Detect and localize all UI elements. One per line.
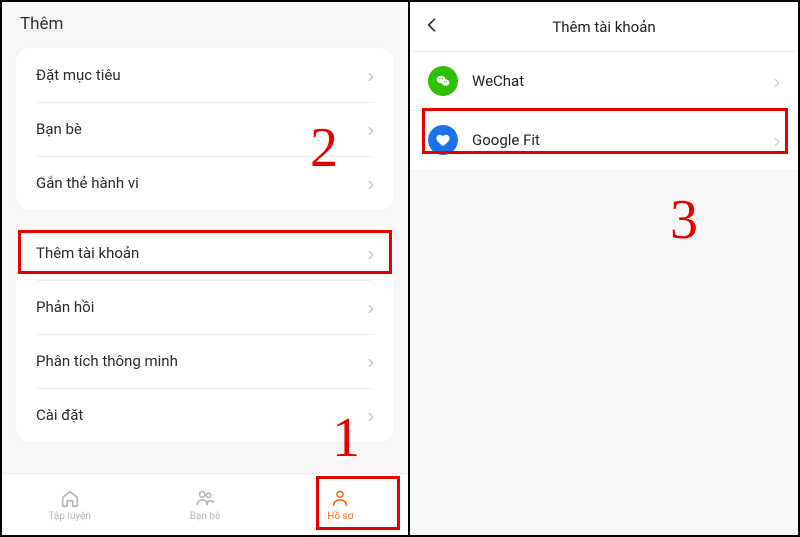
wechat-icon [428, 66, 458, 96]
row-settings[interactable]: Cài đặt [16, 388, 394, 442]
row-label: Phản hồi [36, 298, 94, 316]
row-label: Phân tích thông minh [36, 352, 178, 370]
chevron-right-icon [770, 76, 780, 86]
settings-group-2: Thêm tài khoản Phản hồi Phân tích thông … [16, 226, 394, 442]
bottom-nav: Tập luyện Bạn bè Hồ sơ [2, 473, 408, 535]
row-smart-analysis[interactable]: Phân tích thông minh [16, 334, 394, 388]
row-label: Đặt mục tiêu [36, 66, 121, 84]
nav-label: Bạn bè [190, 511, 221, 522]
nav-profile[interactable]: Hồ sơ [273, 474, 408, 535]
right-header: Thêm tài khoản [410, 2, 798, 52]
chevron-right-icon [364, 178, 374, 188]
home-icon [59, 487, 81, 509]
account-google-fit[interactable]: Google Fit [410, 110, 798, 169]
nav-friends[interactable]: Bạn bè [137, 474, 272, 535]
settings-group-1: Đặt mục tiêu Bạn bè Gắn thẻ hành vi [16, 48, 394, 210]
profile-icon [329, 487, 351, 509]
screen-add-account: Thêm tài khoản WeChat Google Fit [410, 2, 798, 535]
row-add-account[interactable]: Thêm tài khoản [16, 226, 394, 280]
chevron-right-icon [770, 135, 780, 145]
google-fit-icon [428, 125, 458, 155]
row-friends[interactable]: Bạn bè [16, 102, 394, 156]
back-button[interactable] [410, 15, 454, 39]
friends-icon [194, 487, 216, 509]
chevron-left-icon [422, 15, 442, 39]
nav-workout[interactable]: Tập luyện [2, 474, 137, 535]
chevron-right-icon [364, 70, 374, 80]
chevron-right-icon [364, 124, 374, 134]
section-header: Thêm [2, 2, 408, 40]
row-set-goals[interactable]: Đặt mục tiêu [16, 48, 394, 102]
account-label: Google Fit [472, 131, 756, 149]
chevron-right-icon [364, 302, 374, 312]
account-list: WeChat Google Fit [410, 52, 798, 169]
row-label: Cài đặt [36, 406, 83, 424]
right-body-empty [410, 169, 798, 535]
row-label: Thêm tài khoản [36, 244, 139, 262]
nav-label: Tập luyện [48, 511, 90, 522]
page-title: Thêm tài khoản [410, 18, 798, 36]
chevron-right-icon [364, 248, 374, 258]
chevron-right-icon [364, 356, 374, 366]
screen-profile-more: Thêm Đặt mục tiêu Bạn bè Gắn thẻ hành vi [2, 2, 410, 535]
tutorial-composite: Thêm Đặt mục tiêu Bạn bè Gắn thẻ hành vi [0, 0, 800, 537]
row-label: Gắn thẻ hành vi [36, 174, 139, 192]
row-label: Bạn bè [36, 120, 82, 138]
row-feedback[interactable]: Phản hồi [16, 280, 394, 334]
account-label: WeChat [472, 72, 756, 90]
nav-label: Hồ sơ [327, 511, 353, 522]
account-wechat[interactable]: WeChat [410, 52, 798, 110]
row-behavior-tags[interactable]: Gắn thẻ hành vi [16, 156, 394, 210]
chevron-right-icon [364, 410, 374, 420]
